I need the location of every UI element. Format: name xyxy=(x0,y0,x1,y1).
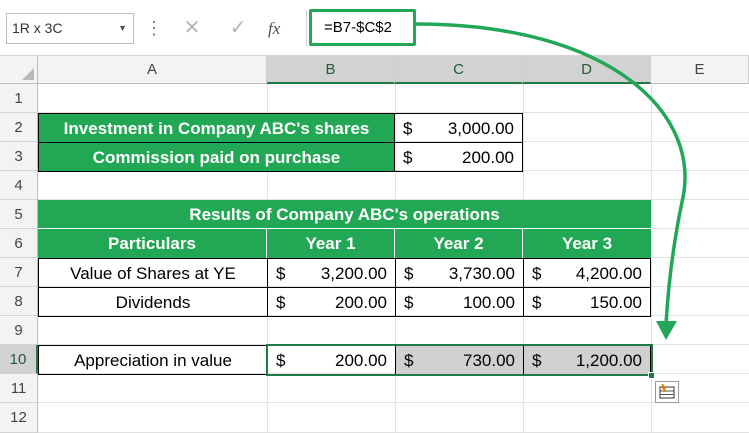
cell-a3[interactable]: Commission paid on purchase xyxy=(38,142,395,172)
column-header-b[interactable]: B xyxy=(267,56,395,84)
cell-a2[interactable]: Investment in Company ABC's shares xyxy=(38,113,395,143)
column-header-d[interactable]: D xyxy=(523,56,651,84)
more-options-icon[interactable]: ⋮ xyxy=(145,14,163,42)
name-box-value: 1R x 3C xyxy=(12,20,63,36)
cell-b6[interactable]: Year 1 xyxy=(267,229,395,258)
cell-a10[interactable]: Appreciation in value xyxy=(38,345,268,375)
currency-symbol: $ xyxy=(403,148,413,167)
cell-b7[interactable]: $ 3,200.00 xyxy=(267,258,396,288)
name-box[interactable]: 1R x 3C ▼ xyxy=(6,13,134,44)
worksheet-grid[interactable]: A B C D E 1 2 3 4 5 6 7 8 9 10 11 12 Investment in … xyxy=(0,56,749,433)
row-header-6[interactable]: 6 xyxy=(0,229,38,258)
row-header-4[interactable]: 4 xyxy=(0,171,38,200)
cell-value: 200.00 xyxy=(462,148,514,167)
row-header-12[interactable]: 12 xyxy=(0,403,38,433)
table-title-cell[interactable]: Results of Company ABC's operations xyxy=(38,200,651,229)
currency-symbol: $ xyxy=(403,119,413,138)
cell-b8[interactable]: $ 200.00 xyxy=(267,287,396,317)
cell-value: 100.00 xyxy=(463,293,515,312)
cell-value: 200.00 xyxy=(335,293,387,312)
row-header-5[interactable]: 5 xyxy=(0,200,38,229)
quick-analysis-icon[interactable] xyxy=(655,381,679,403)
cell-value: 3,200.00 xyxy=(320,264,387,283)
cell-value: 3,730.00 xyxy=(448,264,515,283)
cell-d6[interactable]: Year 3 xyxy=(523,229,651,258)
cell-value: 150.00 xyxy=(590,293,642,312)
currency-symbol: $ xyxy=(276,264,286,283)
cell-value: 4,200.00 xyxy=(575,264,642,283)
row-header-2[interactable]: 2 xyxy=(0,113,38,142)
cell-a8[interactable]: Dividends xyxy=(38,287,268,317)
column-header-e[interactable]: E xyxy=(651,56,749,84)
currency-symbol: $ xyxy=(532,264,542,283)
currency-symbol: $ xyxy=(404,264,414,283)
cancel-icon[interactable]: ✕ xyxy=(178,13,206,44)
row-header-1[interactable]: 1 xyxy=(0,84,38,113)
gridline-vertical xyxy=(651,84,652,433)
insert-function-icon[interactable]: fx xyxy=(268,13,280,44)
cell-c6[interactable]: Year 2 xyxy=(395,229,523,258)
formula-highlight-box xyxy=(309,9,416,46)
column-header-a[interactable]: A xyxy=(38,56,267,84)
selection-range[interactable] xyxy=(266,344,653,376)
row-header-7[interactable]: 7 xyxy=(0,258,38,287)
currency-symbol: $ xyxy=(532,293,542,312)
cell-d8[interactable]: $ 150.00 xyxy=(523,287,651,317)
row-header-8[interactable]: 8 xyxy=(0,287,38,316)
currency-symbol: $ xyxy=(276,293,286,312)
row-header-9[interactable]: 9 xyxy=(0,316,38,345)
cell-d7[interactable]: $ 4,200.00 xyxy=(523,258,651,288)
cell-a6[interactable]: Particulars xyxy=(38,229,267,258)
row-header-3[interactable]: 3 xyxy=(0,142,38,171)
cell-c7[interactable]: $ 3,730.00 xyxy=(395,258,524,288)
cell-c2[interactable]: $ 3,000.00 xyxy=(394,113,523,143)
row-header-11[interactable]: 11 xyxy=(0,374,38,403)
row-header-10[interactable]: 10 xyxy=(0,345,38,374)
currency-symbol: $ xyxy=(404,293,414,312)
enter-icon[interactable]: ✓ xyxy=(224,13,252,44)
cell-c8[interactable]: $ 100.00 xyxy=(395,287,524,317)
cell-a7[interactable]: Value of Shares at YE xyxy=(38,258,268,288)
fill-handle[interactable] xyxy=(648,372,655,379)
gridline-horizontal xyxy=(38,402,749,403)
select-all-button[interactable] xyxy=(0,56,38,84)
chevron-down-icon[interactable]: ▼ xyxy=(118,14,127,43)
formula-bar: 1R x 3C ▼ ⋮ ✕ ✓ fx =B7-$C$2 xyxy=(0,0,749,56)
cell-value: 3,000.00 xyxy=(447,119,514,138)
column-header-c[interactable]: C xyxy=(395,56,523,84)
cell-c3[interactable]: $ 200.00 xyxy=(394,142,523,172)
